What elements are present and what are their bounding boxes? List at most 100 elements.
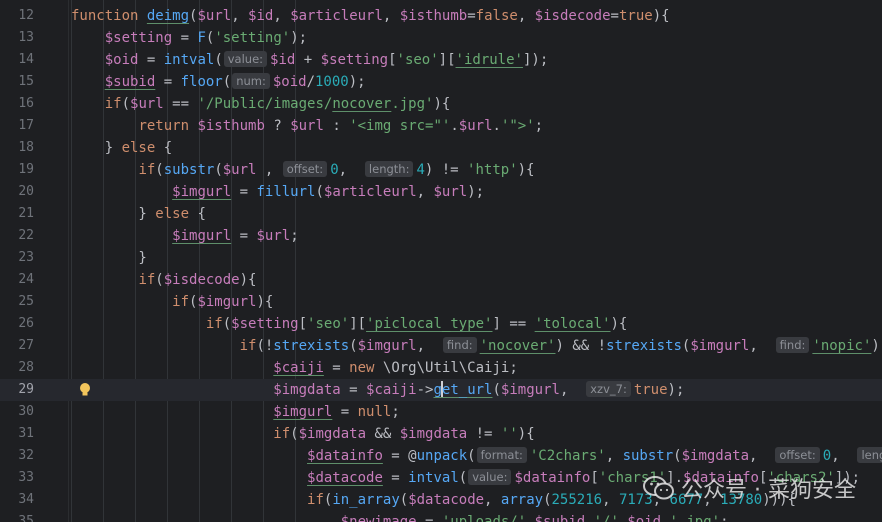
- line-number[interactable]: 25: [0, 291, 34, 313]
- parameter-hint: xzv_7:: [586, 381, 631, 397]
- code-line[interactable]: 15 $subid = floor(num: $oid/1000);: [0, 71, 882, 93]
- code-line[interactable]: 19 if(substr($url , offset: 0, length: 4) …: [0, 159, 882, 181]
- line-number[interactable]: 23: [0, 247, 34, 269]
- code-text[interactable]: if($imgdata && $imgdata != ''){: [71, 423, 534, 445]
- code-token: (: [467, 448, 476, 464]
- code-token: $datacode: [408, 492, 485, 508]
- line-number[interactable]: 12: [0, 5, 34, 27]
- code-token: :: [323, 118, 350, 134]
- line-number[interactable]: 32: [0, 445, 34, 467]
- code-text[interactable]: if($isdecode){: [71, 269, 256, 291]
- code-line[interactable]: 29 $imgdata = $caiji->get_url($imgurl, x…: [0, 379, 882, 401]
- code-line[interactable]: 20 $imgurl = fillurl($articleurl, $url);: [0, 181, 882, 203]
- code-token: if: [307, 492, 324, 508]
- line-number[interactable]: 35: [0, 511, 34, 522]
- line-number[interactable]: 13: [0, 27, 34, 49]
- code-token: );: [290, 30, 308, 46]
- code-text[interactable]: return $isthumb ? $url : '<img src="'.$u…: [71, 115, 543, 137]
- line-number[interactable]: 27: [0, 335, 34, 357]
- code-text[interactable]: if($url == '/Public/images/nocover.jpg')…: [71, 93, 451, 115]
- code-text[interactable]: if(!strexists($imgurl, find:'nocover') &…: [71, 335, 882, 357]
- line-number[interactable]: 26: [0, 313, 34, 335]
- code-token: $subid: [104, 74, 156, 90]
- code-token: =: [332, 404, 358, 420]
- code-token: .: [450, 118, 459, 134]
- code-text[interactable]: $caiji = new \Org\Util\Caiji;: [71, 357, 517, 379]
- code-line[interactable]: 18 } else {: [0, 137, 882, 159]
- code-text[interactable]: $newimage = 'uploads/'.$subid.'/'.$oid.'…: [71, 511, 729, 522]
- code-text[interactable]: } else {: [71, 203, 205, 225]
- code-text[interactable]: $oid = intval(value: $id + $setting['seo'…: [71, 49, 548, 71]
- code-line[interactable]: 26 if($setting['seo']['piclocal_type'] =…: [0, 313, 882, 335]
- code-editor[interactable]: 12 function deimg($url, $id, $articleurl,…: [0, 0, 882, 522]
- line-number[interactable]: 24: [0, 269, 34, 291]
- code-line[interactable]: 32 $datainfo = @unpack(format: 'C2chars',…: [0, 445, 882, 467]
- code-text[interactable]: $imgurl = null;: [71, 401, 399, 423]
- code-line[interactable]: 13 $setting = F('setting');: [0, 27, 882, 49]
- watermark-text: 公众号 · 菜狗安全: [681, 478, 856, 503]
- line-number[interactable]: 34: [0, 489, 34, 511]
- code-token: [: [298, 316, 308, 332]
- code-token: ->: [416, 382, 434, 398]
- code-text[interactable]: }: [71, 247, 146, 269]
- code-text[interactable]: $imgdata = $caiji->get_url($imgurl, xzv_…: [71, 379, 684, 401]
- code-token: else: [121, 140, 156, 156]
- code-token: 'seo': [307, 316, 350, 332]
- code-token: 255216: [551, 492, 603, 508]
- code-text[interactable]: $subid = floor(num: $oid/1000);: [71, 71, 366, 93]
- code-line[interactable]: 24 if($isdecode){: [0, 269, 882, 291]
- code-line[interactable]: 31 if($imgdata && $imgdata != ''){: [0, 423, 882, 445]
- code-token: $newimage: [340, 514, 417, 522]
- code-token: if: [138, 162, 156, 178]
- line-number[interactable]: 17: [0, 115, 34, 137]
- code-token: =: [231, 228, 257, 244]
- line-number[interactable]: 14: [0, 49, 34, 71]
- code-text[interactable]: $datainfo = @unpack(format: 'C2chars', su…: [71, 445, 882, 467]
- line-number[interactable]: 30: [0, 401, 34, 423]
- code-line[interactable]: 12 function deimg($url, $id, $articleurl,…: [0, 5, 882, 27]
- code-line[interactable]: 23 }: [0, 247, 882, 269]
- code-text[interactable]: $setting = F('setting');: [71, 27, 307, 49]
- line-number[interactable]: 20: [0, 181, 34, 203]
- code-token: =: [610, 8, 619, 24]
- code-text[interactable]: $imgurl = fillurl($articleurl, $url);: [71, 181, 484, 203]
- code-line[interactable]: 22 $imgurl = $url;: [0, 225, 882, 247]
- code-text[interactable]: } else {: [71, 137, 172, 159]
- parameter-hint: find:: [775, 337, 810, 353]
- code-line[interactable]: 21 } else {: [0, 203, 882, 225]
- code-text[interactable]: function deimg($url, $id, $articleurl, $…: [71, 5, 670, 27]
- code-line[interactable]: 27 if(!strexists($imgurl, find:'nocover'…: [0, 335, 882, 357]
- code-token: $url: [130, 96, 164, 112]
- code-token: ] ==: [492, 316, 535, 332]
- code-token: = @: [382, 448, 417, 464]
- code-line[interactable]: 25 if($imgurl){: [0, 291, 882, 313]
- line-number[interactable]: 21: [0, 203, 34, 225]
- line-number[interactable]: 22: [0, 225, 34, 247]
- code-line[interactable]: 28 $caiji = new \Org\Util\Caiji;: [0, 357, 882, 379]
- code-text[interactable]: if(substr($url , offset: 0, length: 4) != …: [71, 159, 534, 181]
- code-line[interactable]: 30 $imgurl = null;: [0, 401, 882, 423]
- code-token: ){: [433, 96, 451, 112]
- line-number[interactable]: 31: [0, 423, 34, 445]
- line-number[interactable]: 33: [0, 467, 34, 489]
- code-line[interactable]: 35 $newimage = 'uploads/'.$subid.'/'.$oi…: [0, 511, 882, 522]
- code-token: ){: [652, 8, 670, 24]
- line-number[interactable]: 18: [0, 137, 34, 159]
- code-line[interactable]: 17 return $isthumb ? $url : '<img src="'…: [0, 115, 882, 137]
- code-token: else: [155, 206, 190, 222]
- code-text[interactable]: if($setting['seo']['piclocal_type'] == '…: [71, 313, 628, 335]
- line-number[interactable]: 19: [0, 159, 34, 181]
- code-text[interactable]: $imgurl = $url;: [71, 225, 298, 247]
- code-line[interactable]: 14 $oid = intval(value: $id + $setting['s…: [0, 49, 882, 71]
- code-text[interactable]: if($imgurl){: [71, 291, 273, 313]
- code-line[interactable]: 16 if($url == '/Public/images/nocover.jp…: [0, 93, 882, 115]
- line-number[interactable]: 15: [0, 71, 34, 93]
- line-number[interactable]: 29: [0, 379, 34, 401]
- code-token: }: [71, 140, 122, 156]
- code-token: ,: [416, 184, 434, 200]
- code-token: 0: [330, 162, 339, 178]
- line-number[interactable]: 16: [0, 93, 34, 115]
- line-number[interactable]: 28: [0, 357, 34, 379]
